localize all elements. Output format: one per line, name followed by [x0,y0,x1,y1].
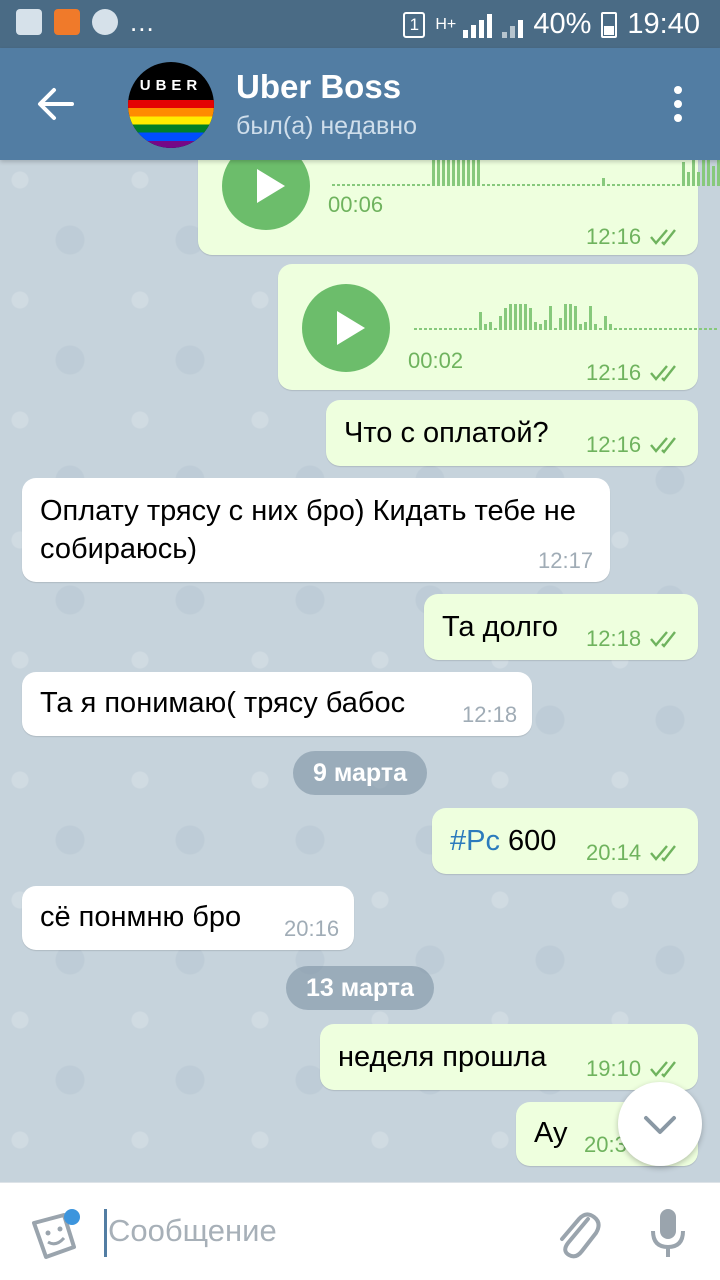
avatar-logo: UBER [139,77,203,94]
message-text: Оплату трясу с них бро) Кидать тебе не с… [40,495,576,565]
message-input-bar: Сообщение [0,1182,720,1280]
date-separator: 9 марта [293,751,427,795]
message-text: неделя прошла [338,1041,547,1073]
chat-area[interactable]: 00:06 12:16 00:02 12:16 Что с оплатой? 1… [0,160,720,1182]
double-check-icon [650,365,676,382]
signal2-icon [502,12,524,38]
double-check-icon [650,631,676,648]
voice-record-button[interactable] [648,1205,688,1261]
play-button[interactable] [302,284,390,372]
sticker-emoji-icon [32,1209,80,1259]
more-notifications: ... [130,7,155,37]
voice-duration: 00:02 [408,348,464,373]
message-time: 12:17 [538,548,594,573]
gallery-notification-icon [16,9,42,35]
message-time: 20:14 [586,840,642,865]
play-button[interactable] [222,160,310,230]
message-time: 12:16 [586,432,642,457]
hashtag-link[interactable]: #Рс [450,825,500,857]
message-input[interactable]: Сообщение [108,1213,277,1249]
double-check-icon [650,437,676,454]
telegram-notification-icon [92,9,118,35]
more-menu-button[interactable] [672,86,684,126]
message-time: 12:18 [586,626,642,651]
arrow-left-icon [38,88,74,120]
message-bubble[interactable]: Оплату трясу с них бро) Кидать тебе не с… [22,478,610,582]
double-check-icon [650,229,676,246]
attach-button[interactable] [552,1205,602,1261]
scroll-down-button[interactable] [618,1082,702,1166]
double-check-icon [650,1061,676,1078]
microphone-icon [651,1209,685,1257]
message-time: 20:16 [284,916,340,941]
avatar-rainbow [128,100,214,148]
battery-icon [601,11,618,38]
sim-slot-icon: 1 [403,11,426,38]
message-bubble[interactable]: сё понмню бро 20:16 [22,886,354,950]
avatar[interactable]: UBER [128,62,214,148]
message-bubble[interactable]: #Рс 600 20:14 [432,808,698,874]
message-text: Что с оплатой? [344,417,549,449]
battery-percent: 40% [533,8,592,40]
message-bubble[interactable]: Та долго 12:18 [424,594,698,660]
date-separator: 13 марта [286,966,434,1010]
message-bubble[interactable]: Та я понимаю( трясу бабос 12:18 [22,672,532,736]
message-text: сё понмню бро [40,901,242,933]
more-vertical-icon [672,86,684,122]
app-notification-icon [54,9,80,35]
message-time: 19:10 [586,1056,642,1081]
chat-header: UBER Uber Boss был(а) недавно [0,48,720,160]
message-time: 12:18 [462,702,518,727]
message-text: Та долго [442,611,558,643]
network-type: H+ [435,15,457,33]
chat-title[interactable]: Uber Boss [236,68,401,106]
double-check-icon [650,845,676,862]
text-cursor [104,1209,107,1257]
voice-duration: 00:06 [328,192,384,217]
waveform [414,296,717,330]
message-time: 12:16 [586,224,642,249]
status-bar: ... 1 H+ 40% 19:40 [0,0,720,48]
paperclip-icon [560,1212,601,1259]
message-bubble[interactable]: Что с оплатой? 12:16 [326,400,698,466]
message-time: 12:16 [586,360,642,385]
message-text-rest: 600 [499,825,557,857]
waveform [332,160,720,186]
message-bubble[interactable]: неделя прошла 19:10 [320,1024,698,1090]
voice-message[interactable]: 00:02 12:16 [278,264,717,390]
signal-icon [463,12,493,38]
chevron-down-icon [644,1116,676,1134]
message-text: Та я понимаю( трясу бабос [40,687,406,719]
emoji-button[interactable] [28,1209,80,1259]
voice-message[interactable]: 00:06 12:16 [198,160,720,255]
message-text: #Рс 600 [450,822,556,860]
message-text: Ау [534,1117,568,1149]
clock: 19:40 [627,8,700,40]
chat-status: был(а) недавно [236,112,418,140]
back-button[interactable] [34,78,78,130]
